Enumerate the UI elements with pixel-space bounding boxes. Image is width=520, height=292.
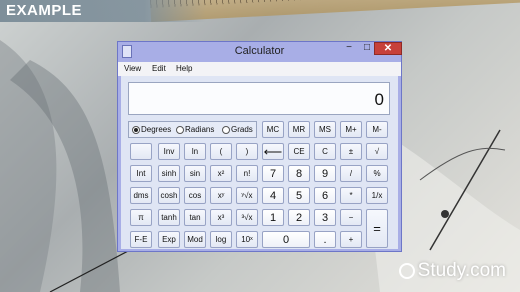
key-inv[interactable]: Inv bbox=[158, 143, 180, 160]
key-sin[interactable]: sin bbox=[184, 165, 206, 182]
result-display: 0 bbox=[128, 82, 390, 115]
study-watermark: Study.com bbox=[398, 260, 506, 282]
key-ten-pow-x[interactable]: 10ˣ bbox=[236, 231, 258, 248]
key-pi[interactable]: π bbox=[130, 209, 152, 226]
radio-icon bbox=[222, 125, 230, 134]
key-3[interactable]: 3 bbox=[314, 209, 336, 226]
menu-view[interactable]: View bbox=[124, 64, 141, 73]
key-equals[interactable]: = bbox=[366, 209, 388, 248]
key-1[interactable]: 1 bbox=[262, 209, 284, 226]
key-mplus[interactable]: M+ bbox=[340, 121, 362, 138]
key-8[interactable]: 8 bbox=[288, 165, 310, 182]
study-logo-icon bbox=[398, 263, 415, 279]
key-log[interactable]: log bbox=[210, 231, 232, 248]
key-plusminus[interactable]: ± bbox=[340, 143, 362, 160]
menu-edit[interactable]: Edit bbox=[152, 64, 166, 73]
key-0[interactable]: 0 bbox=[262, 231, 310, 248]
key-c[interactable]: C bbox=[314, 143, 336, 160]
key-6[interactable]: 6 bbox=[314, 187, 336, 204]
key-tan[interactable]: tan bbox=[184, 209, 206, 226]
key-cube-root[interactable]: ³√x bbox=[236, 209, 258, 226]
menu-bar: View Edit Help bbox=[118, 62, 401, 76]
key-ln[interactable]: ln bbox=[184, 143, 206, 160]
key-ms[interactable]: MS bbox=[314, 121, 336, 138]
key-4[interactable]: 4 bbox=[262, 187, 284, 204]
radio-icon bbox=[176, 125, 184, 134]
key-tanh[interactable]: tanh bbox=[158, 209, 180, 226]
key-sinh[interactable]: sinh bbox=[158, 165, 180, 182]
radio-grads[interactable]: Grads bbox=[222, 125, 253, 134]
key-x-pow-y[interactable]: xʸ bbox=[210, 187, 232, 204]
watermark-text: Study.com bbox=[417, 260, 506, 281]
key-x-squared[interactable]: x² bbox=[210, 165, 232, 182]
key-multiply[interactable]: * bbox=[340, 187, 362, 204]
calculator-body: 0 Degrees Radians Grads MC MR MS M+ M- I… bbox=[121, 76, 398, 249]
radio-degrees[interactable]: Degrees bbox=[132, 125, 171, 134]
key-dms[interactable]: dms bbox=[130, 187, 152, 204]
minimize-button[interactable]: − bbox=[340, 42, 358, 55]
key-y-root-x[interactable]: ʸ√x bbox=[236, 187, 258, 204]
key-x-cubed[interactable]: x³ bbox=[210, 209, 232, 226]
calculator-window: Calculator − □ ✕ View Edit Help 0 Degree… bbox=[117, 41, 402, 252]
key-blank[interactable] bbox=[130, 143, 152, 160]
close-button[interactable]: ✕ bbox=[374, 42, 402, 55]
key-9[interactable]: 9 bbox=[314, 165, 336, 182]
menu-help[interactable]: Help bbox=[176, 64, 192, 73]
title-bar[interactable]: Calculator − □ ✕ bbox=[118, 42, 402, 62]
example-banner: EXAMPLE bbox=[0, 0, 206, 22]
key-factorial[interactable]: n! bbox=[236, 165, 258, 182]
angle-mode-group: Degrees Radians Grads bbox=[128, 121, 257, 138]
key-5[interactable]: 5 bbox=[288, 187, 310, 204]
key-7[interactable]: 7 bbox=[262, 165, 284, 182]
key-mod[interactable]: Mod bbox=[184, 231, 206, 248]
key-cos[interactable]: cos bbox=[184, 187, 206, 204]
radio-selected-icon bbox=[132, 125, 140, 134]
key-divide[interactable]: / bbox=[340, 165, 362, 182]
key-percent[interactable]: % bbox=[366, 165, 388, 182]
key-cosh[interactable]: cosh bbox=[158, 187, 180, 204]
key-exp[interactable]: Exp bbox=[158, 231, 180, 248]
key-reciprocal[interactable]: 1/x bbox=[366, 187, 388, 204]
display-value: 0 bbox=[374, 90, 384, 109]
key-mr[interactable]: MR bbox=[288, 121, 310, 138]
key-lparen[interactable]: ( bbox=[210, 143, 232, 160]
key-mminus[interactable]: M- bbox=[366, 121, 388, 138]
key-sqrt[interactable]: √ bbox=[366, 143, 388, 160]
key-minus[interactable]: − bbox=[340, 209, 362, 226]
radio-radians[interactable]: Radians bbox=[176, 125, 214, 134]
key-plus[interactable]: + bbox=[340, 231, 362, 248]
key-rparen[interactable]: ) bbox=[236, 143, 258, 160]
key-ce[interactable]: CE bbox=[288, 143, 310, 160]
key-int[interactable]: Int bbox=[130, 165, 152, 182]
key-backspace[interactable]: ⟵ bbox=[262, 143, 284, 160]
key-mc[interactable]: MC bbox=[262, 121, 284, 138]
key-2[interactable]: 2 bbox=[288, 209, 310, 226]
key-fe[interactable]: F-E bbox=[130, 231, 152, 248]
key-decimal[interactable]: . bbox=[314, 231, 336, 248]
